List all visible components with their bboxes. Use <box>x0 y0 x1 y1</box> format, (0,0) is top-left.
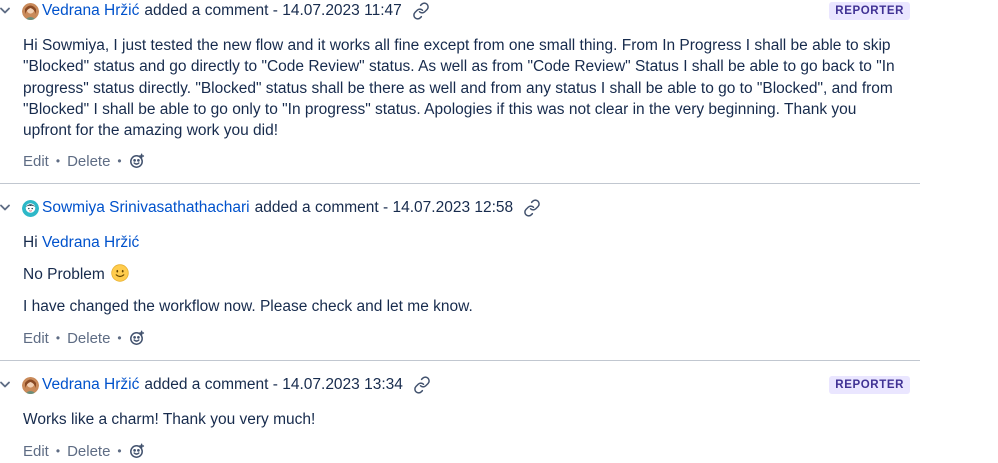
comment-item: Vedrana Hržić added a comment - 14.07.20… <box>0 0 920 183</box>
separator-dot: • <box>55 331 61 345</box>
comment-header: Sowmiya Srinivasathathachari added a com… <box>0 197 541 219</box>
comment-author[interactable]: Sowmiya Srinivasathathachari <box>42 199 250 217</box>
chevron-down-icon[interactable] <box>0 0 14 22</box>
edit-button[interactable]: Edit <box>23 153 49 170</box>
comment-action-text: added a comment - 14.07.2023 12:58 <box>255 199 514 217</box>
chevron-down-icon[interactable] <box>0 197 14 219</box>
comment-action-text: added a comment - 14.07.2023 13:34 <box>144 376 403 394</box>
action-label: added a comment - <box>144 376 278 393</box>
comment-greeting: Hi Vedrana Hržić <box>23 232 139 253</box>
user-mention[interactable]: Vedrana Hržić <box>42 234 139 251</box>
comment-action-text: added a comment - 14.07.2023 11:47 <box>144 2 401 20</box>
comment-body: Works like a charm! Thank you very much! <box>23 411 316 428</box>
comment-divider <box>0 360 920 361</box>
add-reaction-icon[interactable] <box>129 153 145 169</box>
reporter-badge: REPORTER <box>829 2 910 20</box>
greeting-text: Hi <box>23 234 38 251</box>
comment-actions: Edit • Delete • <box>23 328 145 348</box>
action-label: added a comment - <box>254 199 389 216</box>
chevron-down-icon[interactable] <box>0 374 14 396</box>
comment-item: Sowmiya Srinivasathathachari added a com… <box>0 185 920 360</box>
delete-button[interactable]: Delete <box>67 443 110 460</box>
comment-item: Vedrana Hržić added a comment - 14.07.20… <box>0 362 920 463</box>
comment-feed: Vedrana Hržić added a comment - 14.07.20… <box>0 0 998 463</box>
edit-button[interactable]: Edit <box>23 330 49 347</box>
comment-author[interactable]: Vedrana Hržić <box>42 2 139 20</box>
comment-line: I have changed the workflow now. Please … <box>23 298 473 315</box>
separator-dot: • <box>55 444 61 458</box>
avatar[interactable] <box>22 199 39 217</box>
comment-divider <box>0 183 920 184</box>
smiley-emoji <box>111 264 129 282</box>
separator-dot: • <box>117 444 122 458</box>
comment-actions: Edit • Delete • <box>23 441 145 461</box>
edit-button[interactable]: Edit <box>23 443 49 460</box>
add-reaction-icon[interactable] <box>129 443 145 459</box>
link-icon[interactable] <box>412 2 430 20</box>
comment-header: Vedrana Hržić added a comment - 14.07.20… <box>0 374 431 396</box>
separator-dot: • <box>55 154 61 168</box>
comment-timestamp[interactable]: 14.07.2023 12:58 <box>392 199 513 216</box>
comment-actions: Edit • Delete • <box>23 151 145 171</box>
link-icon[interactable] <box>523 199 541 217</box>
comment-body: Hi Sowmiya, I just tested the new flow a… <box>23 37 895 140</box>
comment-timestamp[interactable]: 14.07.2023 11:47 <box>282 2 402 19</box>
comment-line: No Problem <box>23 264 129 285</box>
action-label: added a comment - <box>144 2 278 19</box>
add-reaction-icon[interactable] <box>129 330 145 346</box>
separator-dot: • <box>117 154 122 168</box>
avatar[interactable] <box>22 376 39 394</box>
comment-header: Vedrana Hržić added a comment - 14.07.20… <box>0 0 430 22</box>
avatar[interactable] <box>22 2 39 20</box>
reporter-badge: REPORTER <box>829 376 910 394</box>
delete-button[interactable]: Delete <box>67 153 110 170</box>
link-icon[interactable] <box>413 376 431 394</box>
delete-button[interactable]: Delete <box>67 330 110 347</box>
line-text: No Problem <box>23 266 105 283</box>
comment-timestamp[interactable]: 14.07.2023 13:34 <box>282 376 403 393</box>
comment-author[interactable]: Vedrana Hržić <box>42 376 139 394</box>
separator-dot: • <box>117 331 122 345</box>
